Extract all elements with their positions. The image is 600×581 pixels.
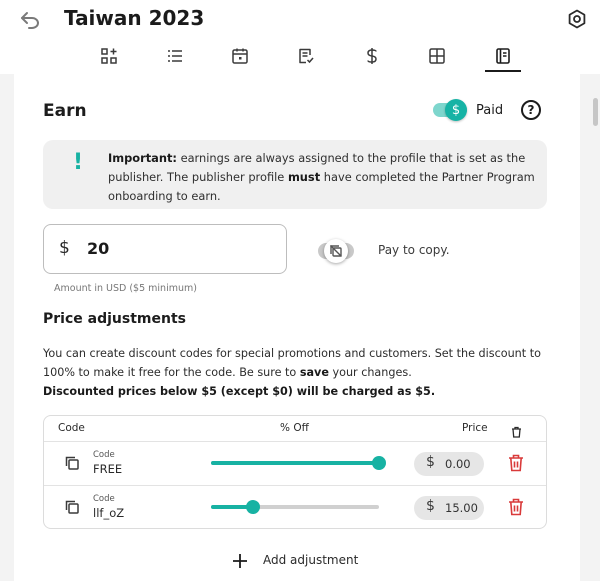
help-button[interactable]: ? [521, 100, 541, 120]
table-row: Code FREE $ 0.00 [44, 442, 546, 485]
delete-row-button[interactable] [508, 454, 524, 476]
delete-row-button[interactable] [508, 498, 524, 520]
discount-slider-thumb[interactable] [246, 500, 260, 514]
code-field[interactable]: FREE [93, 462, 122, 476]
dashboard-add-icon [101, 48, 117, 64]
discount-slider-thumb[interactable] [372, 456, 386, 470]
add-adjustment-label: Add adjustment [263, 553, 359, 567]
add-adjustment-button[interactable]: Add adjustment [231, 550, 365, 572]
table-row: Code llf_oZ $ 15.00 [44, 486, 546, 529]
price-value: 0.00 [445, 457, 471, 471]
delete-all-button[interactable] [511, 423, 522, 442]
calendar-icon [232, 48, 248, 64]
scrollbar[interactable] [590, 74, 600, 581]
info-important-label: Important: [108, 151, 177, 165]
settings-button[interactable] [566, 8, 588, 30]
code-field-label: Code [93, 494, 115, 504]
adj-desc-save: save [299, 366, 329, 379]
pay-to-copy-knob [324, 239, 348, 263]
copy-icon [65, 456, 79, 470]
earn-title: Earn [43, 101, 87, 121]
tab-overview[interactable] [76, 42, 142, 74]
code-field-label: Code [93, 450, 115, 460]
pay-to-copy-toggle[interactable] [318, 239, 362, 263]
adj-desc-part-1: You can create discount codes for specia… [43, 347, 541, 379]
copy-code-button[interactable] [64, 455, 80, 475]
column-header-price: Price [462, 422, 488, 434]
code-field[interactable]: llf_oZ [93, 506, 124, 520]
trash-icon [509, 498, 523, 516]
tab-pricing[interactable] [339, 42, 405, 74]
adj-desc-part-2: your changes. [328, 366, 412, 379]
amount-hint: Amount in USD ($5 minimum) [54, 283, 197, 294]
copy-icon [65, 500, 79, 514]
tab-notebook[interactable] [470, 42, 536, 74]
top-bar: Taiwan 2023 [0, 0, 600, 74]
discount-slider[interactable] [211, 500, 379, 514]
price-field[interactable]: $ 15.00 [414, 496, 484, 520]
trash-icon [509, 454, 523, 472]
checklist-icon [299, 48, 314, 64]
amount-value: 20 [87, 239, 110, 258]
adjustments-table: Code % Off Price Code FREE $ 0.00 Code l… [43, 415, 547, 529]
copy-code-button[interactable] [64, 499, 80, 519]
info-text: Important: earnings are always assigned … [108, 149, 538, 206]
tab-checklist[interactable] [273, 42, 339, 74]
layout-icon [429, 48, 446, 64]
info-callout: ! Important: earnings are always assigne… [43, 140, 547, 209]
list-icon [167, 50, 182, 62]
amount-currency-symbol: $ [59, 238, 70, 258]
gear-icon [568, 9, 586, 29]
tab-calendar[interactable] [207, 42, 273, 74]
amount-input[interactable]: $ 20 [43, 224, 287, 274]
notebook-icon [496, 48, 510, 64]
tab-layout[interactable] [404, 42, 470, 74]
trash-icon [512, 426, 521, 438]
paid-toggle[interactable]: $ [433, 99, 469, 121]
price-adjustments-description: You can create discount codes for specia… [43, 344, 563, 401]
price-field[interactable]: $ 0.00 [414, 452, 484, 476]
scrollbar-thumb[interactable] [593, 98, 598, 126]
no-copy-icon [330, 245, 342, 257]
dollar-icon [366, 48, 377, 64]
discount-slider[interactable] [211, 456, 386, 470]
price-currency-symbol: $ [426, 454, 435, 470]
back-button[interactable] [18, 9, 42, 31]
info-must: must [287, 170, 321, 184]
price-currency-symbol: $ [426, 498, 435, 514]
plus-icon [233, 554, 247, 568]
dollar-icon: $ [445, 99, 467, 121]
adj-desc-warning: Discounted prices below $5 (except $0) w… [43, 385, 436, 398]
back-arrow-icon [21, 12, 39, 29]
column-header-code: Code [58, 422, 85, 434]
tab-bar [76, 42, 536, 74]
pay-to-copy-label: Pay to copy. [378, 243, 450, 257]
tab-list[interactable] [142, 42, 208, 74]
price-adjustments-title: Price adjustments [43, 311, 186, 327]
page-title: Taiwan 2023 [64, 6, 205, 30]
price-value: 15.00 [445, 501, 478, 515]
exclamation-icon: ! [73, 150, 84, 175]
column-header-percent-off: % Off [280, 422, 309, 434]
discount-slider-fill [211, 461, 379, 465]
paid-label: Paid [476, 103, 504, 118]
